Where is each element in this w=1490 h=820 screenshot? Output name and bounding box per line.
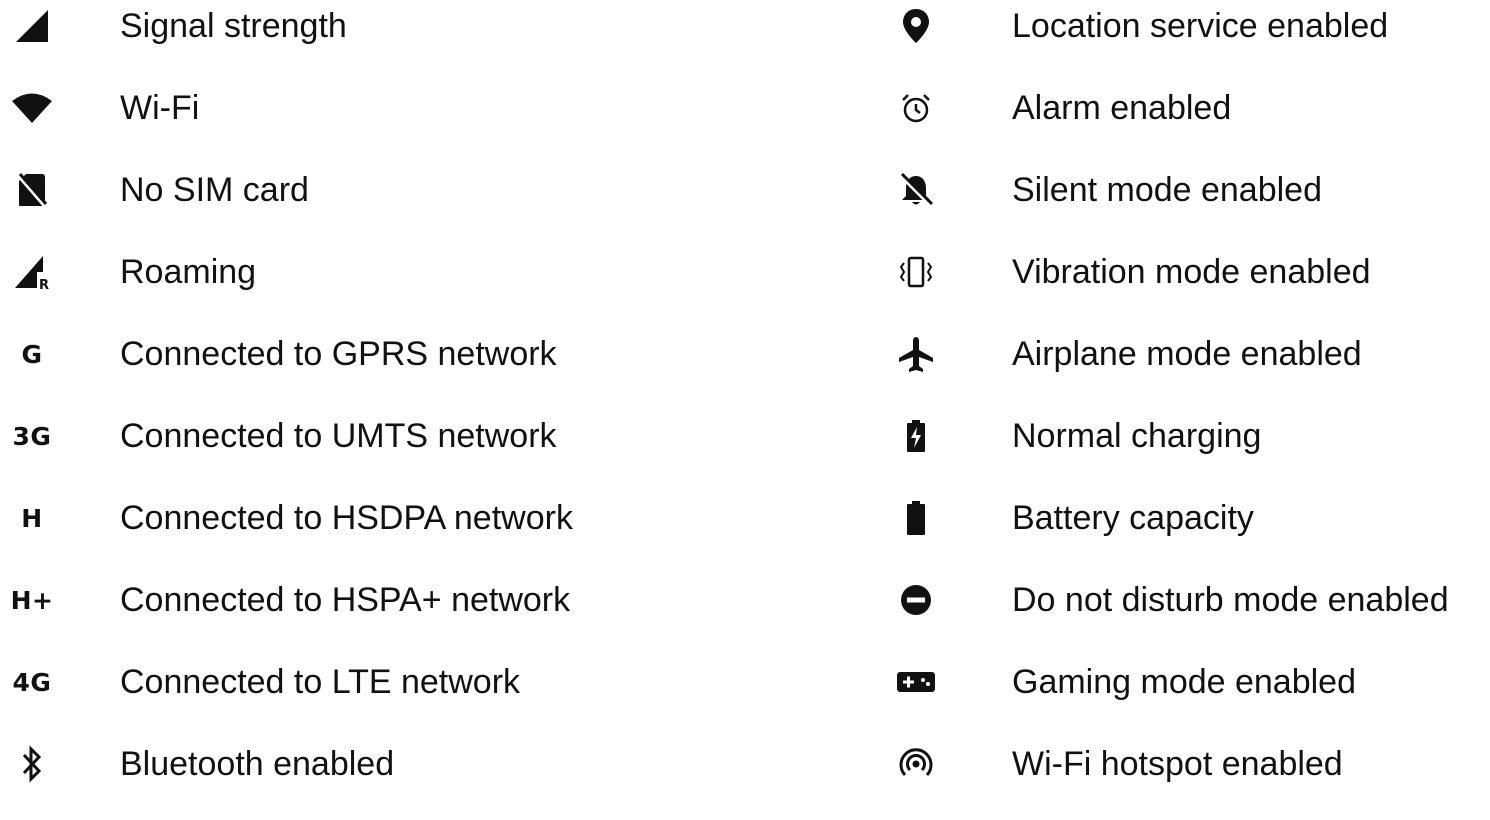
hspa-plus-icon: H+: [10, 585, 54, 615]
legend-label: Location service enabled: [1012, 7, 1389, 45]
legend-label: Gaming mode enabled: [1012, 663, 1357, 701]
legend-label: Connected to UMTS network: [120, 417, 557, 455]
legend-row-charging: Normal charging: [880, 410, 1490, 492]
location-icon: [892, 6, 940, 46]
legend-label: Signal strength: [120, 7, 347, 45]
legend-label: Silent mode enabled: [1012, 171, 1323, 209]
legend-row-lte: 4G Connected to LTE network: [0, 656, 840, 738]
legend-label: Connected to LTE network: [120, 663, 521, 701]
wifi-icon: [8, 88, 56, 128]
svg-text:R: R: [39, 278, 49, 290]
legend-label: Alarm enabled: [1012, 89, 1232, 127]
right-legend-column: Location service enabled Alarm enabled S…: [880, 0, 1490, 820]
legend-row-roaming: R Roaming: [0, 246, 840, 328]
battery-charging-icon: [892, 416, 940, 456]
legend-label: Battery capacity: [1012, 499, 1254, 537]
legend-row-wifi: Wi-Fi: [0, 82, 840, 164]
hsdpa-icon: H: [21, 503, 43, 533]
lte-icon: 4G: [12, 667, 52, 697]
legend-row-battery: Battery capacity: [880, 492, 1490, 574]
legend-row-alarm: Alarm enabled: [880, 82, 1490, 164]
roaming-icon: R: [8, 252, 56, 292]
legend-row-no-sim: No SIM card: [0, 164, 840, 246]
legend-label: Connected to HSPA+ network: [120, 581, 571, 619]
legend-row-signal: Signal strength: [0, 0, 840, 82]
vibration-icon: [892, 252, 940, 292]
left-legend-column: Signal strength Wi-Fi No SIM card R Roam…: [0, 0, 840, 820]
no-sim-icon: [8, 170, 56, 210]
gamepad-icon: [892, 662, 940, 702]
signal-strength-icon: [8, 6, 56, 46]
legend-row-vibration: Vibration mode enabled: [880, 246, 1490, 328]
legend-label: Roaming: [120, 253, 257, 291]
legend-row-airplane: Airplane mode enabled: [880, 328, 1490, 410]
legend-row-hotspot: Wi-Fi hotspot enabled: [880, 738, 1490, 820]
legend-row-umts: 3G Connected to UMTS network: [0, 410, 840, 492]
battery-icon: [892, 498, 940, 538]
legend-label: Connected to GPRS network: [120, 335, 557, 373]
legend-label: Normal charging: [1012, 417, 1262, 455]
legend-row-bluetooth: Bluetooth enabled: [0, 738, 840, 820]
legend-label: No SIM card: [120, 171, 309, 209]
legend-label: Connected to HSDPA network: [120, 499, 573, 537]
legend-row-gprs: G Connected to GPRS network: [0, 328, 840, 410]
bluetooth-icon: [8, 744, 56, 784]
legend-label: Wi-Fi: [120, 89, 200, 127]
legend-label: Airplane mode enabled: [1012, 335, 1362, 373]
legend-row-dnd: Do not disturb mode enabled: [880, 574, 1490, 656]
legend-label: Bluetooth enabled: [120, 745, 395, 783]
legend-row-location: Location service enabled: [880, 0, 1490, 82]
legend-label: Vibration mode enabled: [1012, 253, 1371, 291]
umts-icon: 3G: [12, 421, 52, 451]
silent-bell-icon: [892, 170, 940, 210]
airplane-icon: [892, 334, 940, 374]
legend-row-gaming: Gaming mode enabled: [880, 656, 1490, 738]
gprs-icon: G: [21, 339, 43, 369]
legend-label: Do not disturb mode enabled: [1012, 581, 1449, 619]
legend-label: Wi-Fi hotspot enabled: [1012, 745, 1343, 783]
hotspot-icon: [892, 744, 940, 784]
do-not-disturb-icon: [892, 580, 940, 620]
legend-row-hspa-plus: H+ Connected to HSPA+ network: [0, 574, 840, 656]
alarm-icon: [892, 88, 940, 128]
legend-row-hsdpa: H Connected to HSDPA network: [0, 492, 840, 574]
legend-row-silent: Silent mode enabled: [880, 164, 1490, 246]
